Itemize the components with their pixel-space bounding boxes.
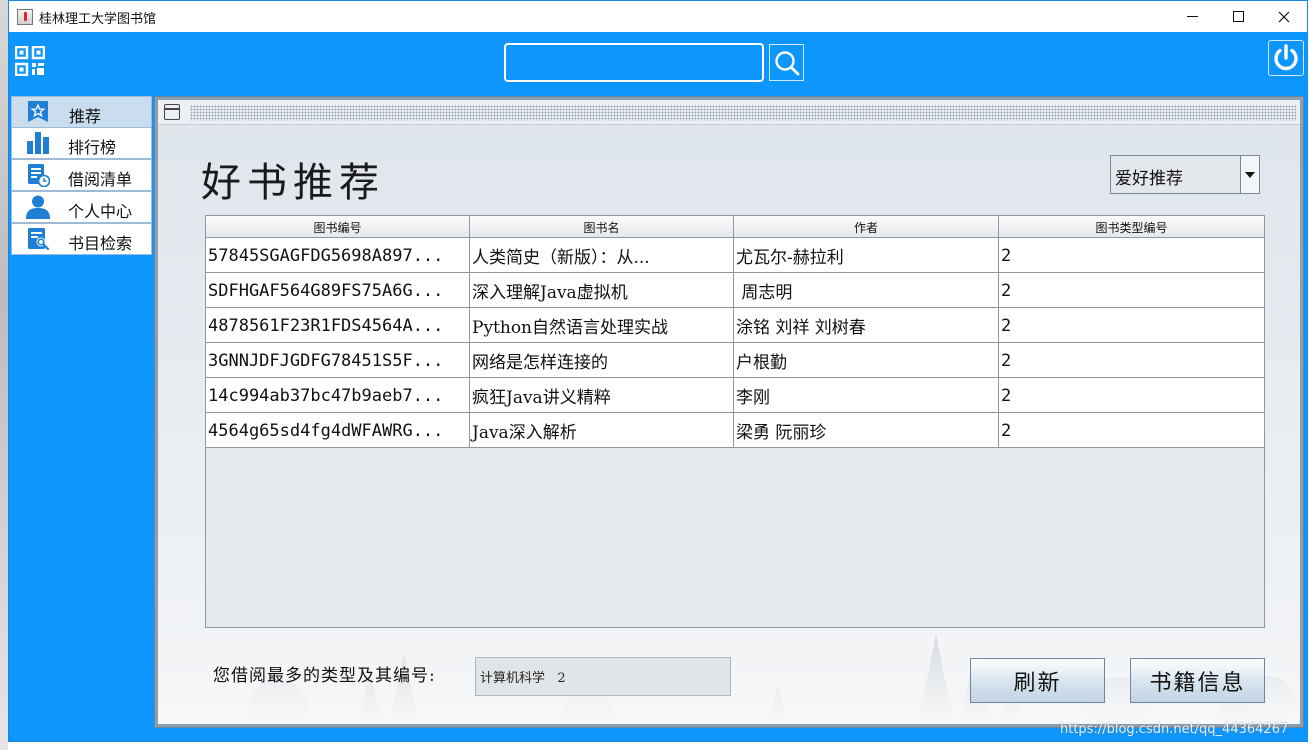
cell-book-name[interactable]: 深入理解Java虚拟机 <box>470 273 734 308</box>
cell-book-name[interactable]: Python自然语言处理实战 <box>470 308 734 343</box>
window-icon <box>164 104 180 120</box>
cell-book-id[interactable]: 4564g65sd4fg4dWFAWRG... <box>206 413 470 448</box>
cell-book-id[interactable]: 3GNNJDFJGDFG78451S5F... <box>206 343 470 378</box>
table-row[interactable]: 14c994ab37bc47b9aeb7... 疯狂Java讲义精粹 李刚 2 <box>206 378 1264 413</box>
cell-book-name[interactable]: 人类简史（新版）：从... <box>470 238 734 273</box>
cell-type-id[interactable]: 2 <box>999 378 1264 413</box>
favorite-type-label: 您借阅最多的类型及其编号: <box>213 666 436 686</box>
sidebar-item-ranking[interactable]: 排行榜 <box>11 127 152 159</box>
refresh-button[interactable]: 刷新 <box>970 658 1105 703</box>
cell-book-name[interactable]: 疯狂Java讲义精粹 <box>470 378 734 413</box>
app-window: 桂林理工大学图书馆 推荐 排行榜 借阅清单 个人中心 书目检索 好书推荐 爱好推… <box>8 0 1308 742</box>
close-button[interactable] <box>1261 1 1307 32</box>
table-row[interactable]: 57845SGAGFDG5698A897... 人类简史（新版）：从... 尤瓦… <box>206 238 1264 273</box>
cell-book-id[interactable]: 4878561F23R1FDS4564A... <box>206 308 470 343</box>
recommend-type-select[interactable]: 爱好推荐 <box>1110 155 1260 194</box>
search-input[interactable] <box>504 43 764 82</box>
chevron-down-icon[interactable] <box>1240 156 1259 193</box>
document-search-icon <box>28 228 50 251</box>
select-value: 爱好推荐 <box>1115 169 1183 189</box>
power-icon <box>1274 44 1298 71</box>
cell-type-id[interactable]: 2 <box>999 413 1264 448</box>
sidebar-item-label: 个人中心 <box>68 202 133 221</box>
cell-author[interactable]: 周志明 <box>734 273 999 308</box>
page-title: 好书推荐 <box>201 160 385 206</box>
cell-type-id[interactable]: 2 <box>999 273 1264 308</box>
document-clock-icon <box>28 164 50 187</box>
column-header-book-id[interactable]: 图书编号 <box>206 216 470 238</box>
cell-book-name[interactable]: 网络是怎样连接的 <box>470 343 734 378</box>
cell-book-name[interactable]: Java深入解析 <box>470 413 734 448</box>
star-icon <box>28 101 48 122</box>
cell-author[interactable]: 涂铭 刘祥 刘树春 <box>734 308 999 343</box>
table-body: 57845SGAGFDG5698A897... 人类简史（新版）：从... 尤瓦… <box>206 238 1264 448</box>
maximize-button[interactable] <box>1215 1 1261 32</box>
minimize-icon <box>1186 16 1198 17</box>
sidebar-item-personal-center[interactable]: 个人中心 <box>11 191 152 223</box>
recommend-panel: 好书推荐 爱好推荐 图书编号 图书名 作者 图书类型编号 57845SGAGFD… <box>158 100 1300 724</box>
sidebar-item-recommend[interactable]: 推荐 <box>11 96 152 128</box>
window-title: 桂林理工大学图书馆 <box>39 12 157 27</box>
desktop-background <box>0 0 8 750</box>
minimize-button[interactable] <box>1169 1 1215 32</box>
window-titlebar: 桂林理工大学图书馆 <box>9 1 1307 32</box>
sidebar-item-label: 借阅清单 <box>68 170 133 189</box>
cell-type-id[interactable]: 2 <box>999 238 1264 273</box>
search-icon <box>774 50 799 75</box>
cell-type-id[interactable]: 2 <box>999 308 1264 343</box>
sidebar-item-label: 排行榜 <box>68 138 117 157</box>
table-row[interactable]: SDFHGAF564G89FS75A6G... 深入理解Java虚拟机 周志明 … <box>206 273 1264 308</box>
table-row[interactable]: 3GNNJDFJGDFG78451S5F... 网络是怎样连接的 户根勤 2 <box>206 343 1264 378</box>
sidebar-item-catalog-search[interactable]: 书目检索 <box>11 223 152 255</box>
cell-book-id[interactable]: SDFHGAF564G89FS75A6G... <box>206 273 470 308</box>
favorite-type-field: 计算机科学 2 <box>475 657 731 696</box>
power-button[interactable] <box>1268 40 1304 76</box>
cell-author[interactable]: 梁勇 阮丽珍 <box>734 413 999 448</box>
cell-book-id[interactable]: 14c994ab37bc47b9aeb7... <box>206 378 470 413</box>
cell-author[interactable]: 李刚 <box>734 378 999 413</box>
table-row[interactable]: 4878561F23R1FDS4564A... Python自然语言处理实战 涂… <box>206 308 1264 343</box>
table-header: 图书编号 图书名 作者 图书类型编号 <box>206 216 1264 238</box>
book-info-button[interactable]: 书籍信息 <box>1130 658 1265 703</box>
column-header-type-id[interactable]: 图书类型编号 <box>999 216 1264 238</box>
column-header-author[interactable]: 作者 <box>734 216 999 238</box>
book-table[interactable]: 图书编号 图书名 作者 图书类型编号 57845SGAGFDG5698A897.… <box>205 215 1265 628</box>
internal-frame: 好书推荐 爱好推荐 图书编号 图书名 作者 图书类型编号 57845SGAGFD… <box>154 96 1304 728</box>
table-row[interactable]: 4564g65sd4fg4dWFAWRG... Java深入解析 梁勇 阮丽珍 … <box>206 413 1264 448</box>
java-app-icon <box>17 9 33 25</box>
cell-author[interactable]: 户根勤 <box>734 343 999 378</box>
maximize-icon <box>1232 11 1244 22</box>
cell-book-id[interactable]: 57845SGAGFDG5698A897... <box>206 238 470 273</box>
cell-type-id[interactable]: 2 <box>999 343 1264 378</box>
sidebar-item-label: 书目检索 <box>68 234 133 253</box>
sidebar-item-borrow-list[interactable]: 借阅清单 <box>11 159 152 191</box>
titlebar-grip <box>190 105 1296 121</box>
bar-chart-icon <box>27 132 49 154</box>
sidebar-item-label: 推荐 <box>69 107 102 126</box>
cell-author[interactable]: 尤瓦尔-赫拉利 <box>734 238 999 273</box>
close-icon <box>1278 11 1290 22</box>
internal-frame-titlebar[interactable] <box>158 100 1300 125</box>
search-button[interactable] <box>769 44 804 81</box>
sidebar: 推荐 排行榜 借阅清单 个人中心 书目检索 <box>9 94 152 741</box>
column-header-book-name[interactable]: 图书名 <box>470 216 734 238</box>
qr-code-icon[interactable] <box>15 46 45 76</box>
top-bar <box>9 32 1307 94</box>
user-icon <box>26 195 50 219</box>
watermark-text: https://blog.csdn.net/qq_44364267 <box>1060 722 1289 737</box>
